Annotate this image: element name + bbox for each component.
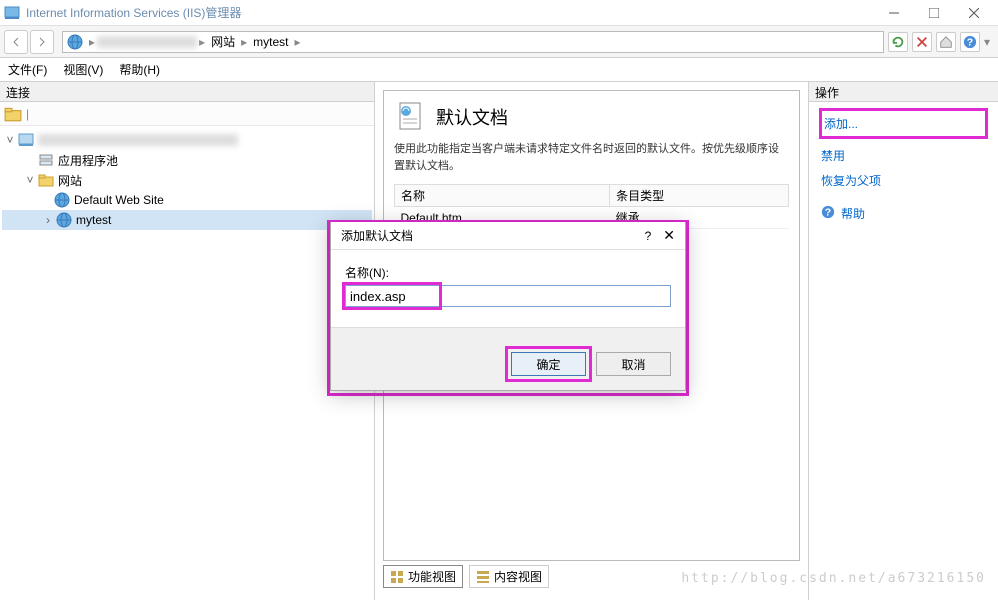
action-add-label: 添加... [824, 115, 858, 132]
connections-tree: ˅ 应用程序池 ˅ 网站 Default Web Site › mytest [0, 126, 374, 600]
expander-icon[interactable]: ˅ [4, 134, 16, 146]
tree-root[interactable]: ˅ [2, 130, 372, 150]
svg-text:?: ? [967, 36, 973, 48]
name-input[interactable] [345, 285, 671, 307]
forward-button[interactable] [30, 30, 54, 54]
add-default-document-dialog: 添加默认文档 ? ✕ 名称(N): 确定 取消 [330, 222, 686, 391]
window-title: Internet Information Services (IIS)管理器 [26, 4, 874, 21]
globe-icon [56, 212, 72, 228]
dialog-title: 添加默认文档 [341, 227, 645, 244]
breadcrumb[interactable]: ▸ ▸ 网站 ▸ mytest ▸ [62, 31, 884, 53]
tree-app-pools[interactable]: 应用程序池 [2, 150, 372, 170]
minimize-button[interactable] [874, 2, 914, 24]
tree-default-site-label: Default Web Site [74, 193, 164, 207]
name-field-label: 名称(N): [345, 264, 671, 281]
tab-features-view[interactable]: 功能视图 [383, 565, 463, 588]
tab-content-view[interactable]: 内容视图 [469, 565, 549, 588]
help-icon[interactable]: ? [960, 32, 980, 52]
menu-help[interactable]: 帮助(H) [119, 61, 160, 78]
column-name[interactable]: 名称 [395, 185, 610, 207]
navigation-bar: ▸ ▸ 网站 ▸ mytest ▸ ? ▾ [0, 26, 998, 58]
folder-icon [38, 172, 54, 188]
view-tabs: 功能视图 内容视图 [383, 561, 800, 592]
tree-sites-label: 网站 [58, 172, 82, 189]
action-add[interactable]: 添加... [819, 108, 988, 139]
menu-view[interactable]: 视图(V) [63, 61, 103, 78]
svg-text:?: ? [825, 207, 831, 219]
server-icon [18, 132, 34, 148]
maximize-button[interactable] [914, 2, 954, 24]
refresh-icon[interactable] [888, 32, 908, 52]
tree-mytest[interactable]: › mytest [2, 210, 372, 230]
dialog-close-button[interactable]: ✕ [663, 227, 675, 244]
content-view-icon [476, 570, 490, 584]
action-help-label: 帮助 [841, 205, 865, 222]
window-titlebar: Internet Information Services (IIS)管理器 [0, 0, 998, 26]
action-revert-label: 恢复为父项 [821, 172, 881, 189]
default-doc-icon [394, 101, 426, 133]
page-title: 默认文档 [436, 104, 508, 130]
dialog-help-button[interactable]: ? [645, 229, 652, 243]
globe-icon [54, 192, 70, 208]
action-disable-label: 禁用 [821, 147, 845, 164]
tree-mytest-label: mytest [76, 213, 111, 227]
tree-default-site[interactable]: Default Web Site [2, 190, 372, 210]
tree-app-pools-label: 应用程序池 [58, 152, 118, 169]
globe-icon [67, 34, 83, 50]
server-name-blurred [97, 36, 197, 48]
home-icon[interactable] [936, 32, 956, 52]
stop-icon[interactable] [912, 32, 932, 52]
menubar: 文件(F) 视图(V) 帮助(H) [0, 58, 998, 82]
cancel-button[interactable]: 取消 [596, 352, 671, 376]
breadcrumb-mytest[interactable]: mytest [249, 35, 292, 49]
back-button[interactable] [4, 30, 28, 54]
menu-file[interactable]: 文件(F) [8, 61, 47, 78]
action-revert[interactable]: 恢复为父项 [819, 168, 988, 193]
action-help[interactable]: ? 帮助 [819, 201, 988, 226]
connections-panel: 连接 | ˅ 应用程序池 ˅ 网站 Default Web Site [0, 82, 375, 600]
expander-icon[interactable]: › [42, 214, 54, 226]
tab-features-label: 功能视图 [408, 568, 456, 585]
connections-toolbar: | [0, 102, 374, 126]
page-description: 使用此功能指定当客户端未请求特定文件名时返回的默认文件。按优先级顺序设置默认文档… [394, 141, 789, 174]
connections-header: 连接 [0, 82, 374, 102]
server-name-blurred [38, 134, 238, 146]
close-button[interactable] [954, 2, 994, 24]
ok-button[interactable]: 确定 [511, 352, 586, 376]
features-view-icon [390, 570, 404, 584]
iis-icon [4, 5, 20, 21]
tab-content-label: 内容视图 [494, 568, 542, 585]
actions-header: 操作 [809, 82, 998, 102]
app-pool-icon [38, 152, 54, 168]
action-disable[interactable]: 禁用 [819, 143, 988, 168]
expander-icon[interactable]: ˅ [24, 174, 36, 186]
tree-sites[interactable]: ˅ 网站 [2, 170, 372, 190]
column-type[interactable]: 条目类型 [610, 185, 789, 207]
dialog-titlebar: 添加默认文档 ? ✕ [331, 222, 685, 250]
folder-icon[interactable] [4, 105, 22, 123]
help-icon: ? [821, 205, 835, 222]
breadcrumb-sites[interactable]: 网站 [207, 33, 239, 50]
actions-panel: 操作 添加... 禁用 恢复为父项 ? 帮助 [808, 82, 998, 600]
